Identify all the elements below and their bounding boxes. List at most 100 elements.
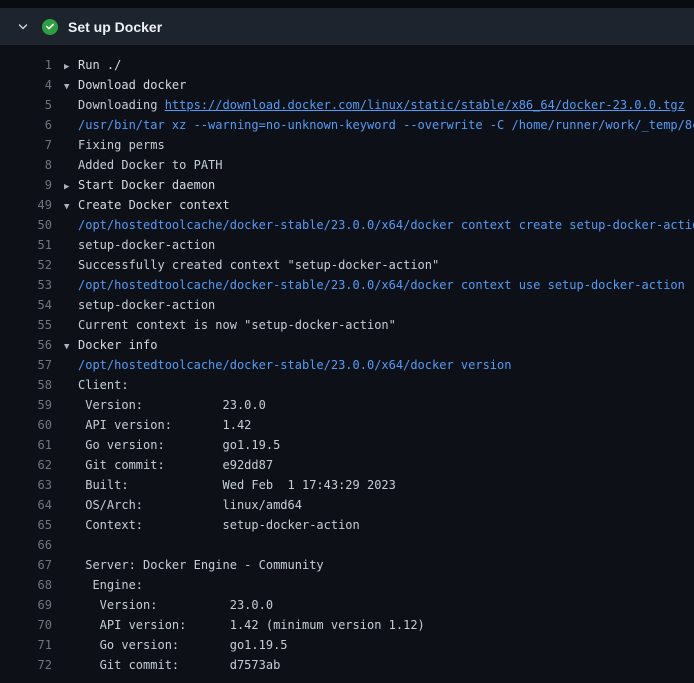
page-top-gap	[0, 0, 694, 8]
log-text: Client:	[64, 375, 694, 395]
group-label[interactable]: Docker info	[78, 338, 157, 352]
workflow-log-page: Set up Docker 1▶Run ./4▼Download docker5…	[0, 0, 694, 683]
log-line: 70 API version: 1.42 (minimum version 1.…	[0, 615, 694, 635]
log-line: 53/opt/hostedtoolcache/docker-stable/23.…	[0, 275, 694, 295]
group-collapsed-icon[interactable]: ▶	[64, 57, 78, 75]
log-text: API version: 1.42	[64, 415, 694, 435]
step-title: Set up Docker	[68, 19, 162, 35]
line-number[interactable]: 8	[0, 155, 64, 175]
log-line: 55Current context is now "setup-docker-a…	[0, 315, 694, 335]
line-number[interactable]: 68	[0, 575, 64, 595]
group-collapsed-icon[interactable]: ▶	[64, 177, 78, 195]
log-text: Server: Docker Engine - Community	[64, 555, 694, 575]
log-command-text: /opt/hostedtoolcache/docker-stable/23.0.…	[64, 275, 694, 295]
line-number[interactable]: 60	[0, 415, 64, 435]
log-group-header[interactable]: ▼Download docker	[64, 75, 694, 95]
line-number[interactable]: 51	[0, 235, 64, 255]
log-group-header[interactable]: ▼Docker info	[64, 335, 694, 355]
log-group-header[interactable]: ▶Start Docker daemon	[64, 175, 694, 195]
group-expanded-icon[interactable]: ▼	[64, 337, 78, 355]
group-label[interactable]: Run ./	[78, 58, 121, 72]
log-text: Engine:	[64, 575, 694, 595]
log-text: Successfully created context "setup-dock…	[64, 255, 694, 275]
line-number[interactable]: 63	[0, 475, 64, 495]
log-line: 64 OS/Arch: linux/amd64	[0, 495, 694, 515]
line-number[interactable]: 55	[0, 315, 64, 335]
log-command-text: /opt/hostedtoolcache/docker-stable/23.0.…	[64, 355, 694, 375]
success-check-icon	[42, 19, 58, 35]
line-number[interactable]: 72	[0, 655, 64, 675]
log-text: Fixing perms	[64, 135, 694, 155]
line-number[interactable]: 7	[0, 135, 64, 155]
line-number[interactable]: 57	[0, 355, 64, 375]
line-number[interactable]: 9	[0, 175, 64, 195]
group-label[interactable]: Start Docker daemon	[78, 178, 215, 192]
line-number[interactable]: 56	[0, 335, 64, 355]
line-number[interactable]: 64	[0, 495, 64, 515]
line-number[interactable]: 50	[0, 215, 64, 235]
log-text: setup-docker-action	[64, 295, 694, 315]
log-text: API version: 1.42 (minimum version 1.12)	[64, 615, 694, 635]
log-line: 63 Built: Wed Feb 1 17:43:29 2023	[0, 475, 694, 495]
log-text: Git commit: d7573ab	[64, 655, 694, 675]
log-line: 68 Engine:	[0, 575, 694, 595]
log-line: 6/usr/bin/tar xz --warning=no-unknown-ke…	[0, 115, 694, 135]
log-line: 61 Go version: go1.19.5	[0, 435, 694, 455]
log-line: 50/opt/hostedtoolcache/docker-stable/23.…	[0, 215, 694, 235]
line-number[interactable]: 4	[0, 75, 64, 95]
line-number[interactable]: 58	[0, 375, 64, 395]
line-number[interactable]: 70	[0, 615, 64, 635]
log-line: 7Fixing perms	[0, 135, 694, 155]
line-number[interactable]: 61	[0, 435, 64, 455]
line-number[interactable]: 5	[0, 95, 64, 115]
log-text: Go version: go1.19.5	[64, 635, 694, 655]
group-expanded-icon[interactable]: ▼	[64, 197, 78, 215]
line-number[interactable]: 53	[0, 275, 64, 295]
line-number[interactable]: 6	[0, 115, 64, 135]
group-label[interactable]: Download docker	[78, 78, 186, 92]
log-line: 52Successfully created context "setup-do…	[0, 255, 694, 275]
line-number[interactable]: 62	[0, 455, 64, 475]
log-line: 72 Git commit: d7573ab	[0, 655, 694, 675]
log-group-header[interactable]: ▼Create Docker context	[64, 195, 694, 215]
log-line: 54setup-docker-action	[0, 295, 694, 315]
line-number[interactable]: 1	[0, 55, 64, 75]
line-number[interactable]: 59	[0, 395, 64, 415]
log-text: Downloading https://download.docker.com/…	[64, 95, 694, 115]
log-text: Go version: go1.19.5	[64, 435, 694, 455]
log-text: setup-docker-action	[64, 235, 694, 255]
line-number[interactable]: 69	[0, 595, 64, 615]
log-text: Version: 23.0.0	[64, 395, 694, 415]
log-line: 69 Version: 23.0.0	[0, 595, 694, 615]
log-line: 67 Server: Docker Engine - Community	[0, 555, 694, 575]
line-number[interactable]: 71	[0, 635, 64, 655]
line-number[interactable]: 66	[0, 535, 64, 555]
step-header[interactable]: Set up Docker	[0, 8, 694, 45]
line-number[interactable]: 54	[0, 295, 64, 315]
log-line: 65 Context: setup-docker-action	[0, 515, 694, 535]
log-line: 66	[0, 535, 694, 555]
group-label[interactable]: Create Docker context	[78, 198, 230, 212]
log-command-text: /opt/hostedtoolcache/docker-stable/23.0.…	[64, 215, 694, 235]
log-line: 5Downloading https://download.docker.com…	[0, 95, 694, 115]
log-text-prefix: Downloading	[78, 98, 165, 112]
line-number[interactable]: 52	[0, 255, 64, 275]
log-group-header[interactable]: ▶Run ./	[64, 55, 694, 75]
line-number[interactable]: 65	[0, 515, 64, 535]
chevron-down-icon[interactable]	[16, 20, 30, 34]
log-line: 57/opt/hostedtoolcache/docker-stable/23.…	[0, 355, 694, 375]
log-line: 9▶Start Docker daemon	[0, 175, 694, 195]
log-line: 62 Git commit: e92dd87	[0, 455, 694, 475]
line-number[interactable]: 49	[0, 195, 64, 215]
log-line: 4▼Download docker	[0, 75, 694, 95]
log-line: 60 API version: 1.42	[0, 415, 694, 435]
log-line: 58Client:	[0, 375, 694, 395]
group-expanded-icon[interactable]: ▼	[64, 77, 78, 95]
log-text: OS/Arch: linux/amd64	[64, 495, 694, 515]
log-line: 49▼Create Docker context	[0, 195, 694, 215]
log-line: 71 Go version: go1.19.5	[0, 635, 694, 655]
download-url-link[interactable]: https://download.docker.com/linux/static…	[165, 98, 685, 112]
log-container: 1▶Run ./4▼Download docker5Downloading ht…	[0, 45, 694, 675]
log-line: 51setup-docker-action	[0, 235, 694, 255]
line-number[interactable]: 67	[0, 555, 64, 575]
